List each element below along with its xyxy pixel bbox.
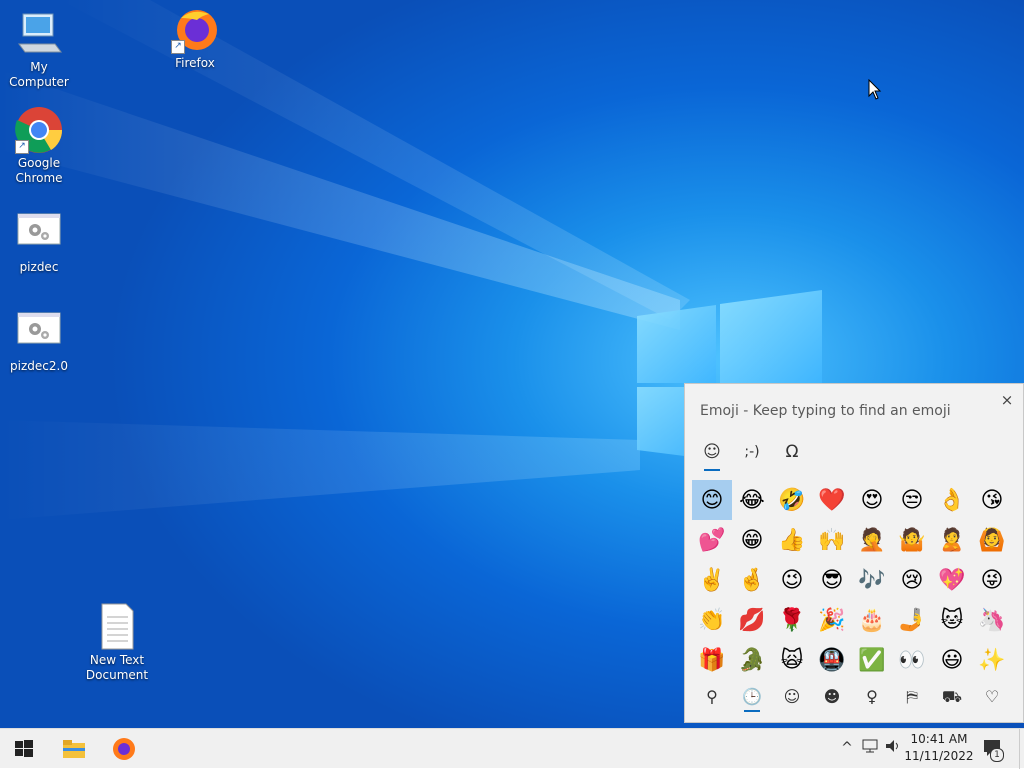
clock[interactable]: 10:41 AM 11/11/2022: [904, 731, 974, 765]
desktop-icon-label: pizdec2.0: [10, 359, 68, 373]
desktop-icon-my-computer[interactable]: My Computer: [1, 10, 77, 90]
emoji-cell[interactable]: 😒: [892, 480, 932, 520]
emoji-cell[interactable]: 👏: [692, 600, 732, 640]
emoji-cell[interactable]: 💖: [932, 560, 972, 600]
file-explorer-button[interactable]: [54, 729, 94, 769]
emoji-cell[interactable]: ❤️: [812, 480, 852, 520]
tab-symbols[interactable]: Ω: [777, 440, 807, 466]
desktop-icon-label: New Text Document: [85, 653, 149, 682]
desktop-icon-label: My Computer: [9, 60, 69, 89]
shortcut-arrow-icon: ↗: [15, 140, 29, 154]
emoji-cell[interactable]: 🌹: [772, 600, 812, 640]
emoji-panel: Emoji - Keep typing to find an emoji × ☺…: [684, 383, 1024, 723]
clock-date: 11/11/2022: [904, 749, 974, 763]
celebration-icon[interactable]: ♀: [852, 684, 892, 714]
tab-kaomoji[interactable]: ;-): [737, 440, 767, 466]
emoji-cell[interactable]: 😁: [732, 520, 772, 560]
emoji-cell[interactable]: 👀: [892, 640, 932, 680]
firefox-icon: [113, 738, 135, 760]
emoji-cell[interactable]: 😊: [692, 480, 732, 520]
emoji-cell[interactable]: 🎉: [812, 600, 852, 640]
emoji-category-bar: ⚲ 🕒 ☺ ☻ ♀ ⛿ ⛟ ♡: [692, 684, 1012, 718]
desktop-icon-new-text-document[interactable]: New Text Document: [79, 603, 155, 683]
people-icon[interactable]: ☻: [812, 684, 852, 714]
desktop-icon-chrome[interactable]: ↗ Google Chrome: [1, 106, 77, 186]
emoji-cell[interactable]: 🤦: [852, 520, 892, 560]
taskbar: ^ 10:41 AM 11/11/2022 1: [0, 728, 1024, 769]
shortcut-arrow-icon: ↗: [171, 40, 185, 54]
smiley-icon[interactable]: ☺: [772, 684, 812, 714]
emoji-cell[interactable]: 😂: [732, 480, 772, 520]
desktop-icon-firefox[interactable]: ↗ Firefox: [157, 6, 233, 71]
emoji-cell[interactable]: 🤣: [772, 480, 812, 520]
emoji-cell[interactable]: 🙎: [932, 520, 972, 560]
close-icon[interactable]: ×: [999, 392, 1015, 408]
emoji-cell[interactable]: 😘: [972, 480, 1012, 520]
emoji-cell[interactable]: 😜: [972, 560, 1012, 600]
emoji-cell[interactable]: 😍: [852, 480, 892, 520]
emoji-cell[interactable]: 💕: [692, 520, 732, 560]
emoji-cell[interactable]: 🤳: [892, 600, 932, 640]
computer-icon: [15, 10, 63, 58]
emoji-cell[interactable]: ✨: [972, 640, 1012, 680]
emoji-cell[interactable]: ✅: [852, 640, 892, 680]
emoji-cell[interactable]: 🐊: [732, 640, 772, 680]
emoji-cell[interactable]: 🙀: [772, 640, 812, 680]
emoji-cell[interactable]: 🙆: [972, 520, 1012, 560]
food-icon[interactable]: ⛿: [892, 684, 932, 714]
emoji-cell[interactable]: 🤞: [732, 560, 772, 600]
notification-count-badge: 1: [990, 748, 1004, 762]
emoji-cell[interactable]: 🤷: [892, 520, 932, 560]
gear-app-icon: [15, 309, 63, 357]
mouse-cursor-icon: [868, 79, 882, 100]
desktop-icon-label: Google Chrome: [15, 156, 63, 185]
desktop: My Computer ↗ Firefox ↗ Google Chrome pi…: [0, 0, 1024, 728]
firefox-icon: ↗: [171, 6, 219, 54]
desktop-icon-pizdec[interactable]: pizdec: [1, 210, 77, 275]
emoji-cell[interactable]: ✌️: [692, 560, 732, 600]
emoji-cell[interactable]: 🎂: [852, 600, 892, 640]
emoji-cell[interactable]: 😢: [892, 560, 932, 600]
emoji-cell[interactable]: 💋: [732, 600, 772, 640]
emoji-cell[interactable]: 🐱: [932, 600, 972, 640]
show-hidden-icons-chevron-icon[interactable]: ^: [838, 739, 856, 757]
clock-time: 10:41 AM: [910, 732, 968, 746]
chrome-icon: ↗: [15, 106, 63, 154]
heart-icon[interactable]: ♡: [972, 684, 1012, 714]
emoji-cell[interactable]: 😉: [772, 560, 812, 600]
text-file-icon: [93, 603, 141, 651]
emoji-cell[interactable]: 😃: [932, 640, 972, 680]
firefox-taskbar-button[interactable]: [104, 729, 144, 769]
search-icon[interactable]: ⚲: [692, 684, 732, 714]
desktop-icon-label: Firefox: [175, 56, 215, 70]
emoji-cell[interactable]: 😎: [812, 560, 852, 600]
gear-app-icon: [15, 210, 63, 258]
emoji-grid: 😊 😂 🤣 ❤️ 😍 😒 👌 😘 💕 😁 👍 🙌 🤦 🤷 🙎 🙆 ✌️ 🤞 😉 😎 🎶 😢 💖 😜 👏 💋 🌹 🎉 🎂 🤳 🐱 🦄 🎁 🐊 🙀 🚇 ✅ 👀…: [692, 480, 1012, 680]
network-icon[interactable]: [861, 739, 879, 757]
emoji-cell[interactable]: 🦄: [972, 600, 1012, 640]
show-desktop-button[interactable]: [1019, 729, 1024, 769]
notification-center-button[interactable]: 1: [982, 739, 1004, 762]
emoji-cell[interactable]: 👌: [932, 480, 972, 520]
desktop-icon-label: pizdec: [19, 260, 59, 274]
volume-icon[interactable]: [884, 739, 902, 757]
tab-emoji[interactable]: ☺: [697, 440, 727, 471]
emoji-cell[interactable]: 🚇: [812, 640, 852, 680]
emoji-cell[interactable]: 🎁: [692, 640, 732, 680]
recent-icon[interactable]: 🕒: [732, 684, 772, 714]
start-button[interactable]: [4, 729, 44, 769]
emoji-cell[interactable]: 🙌: [812, 520, 852, 560]
emoji-cell[interactable]: 👍: [772, 520, 812, 560]
folder-icon: [63, 740, 85, 758]
windows-logo-icon: [15, 740, 33, 757]
transport-icon[interactable]: ⛟: [932, 684, 972, 714]
emoji-panel-title: Emoji - Keep typing to find an emoji: [700, 403, 951, 419]
emoji-cell[interactable]: 🎶: [852, 560, 892, 600]
desktop-icon-pizdec2[interactable]: pizdec2.0: [1, 309, 77, 374]
